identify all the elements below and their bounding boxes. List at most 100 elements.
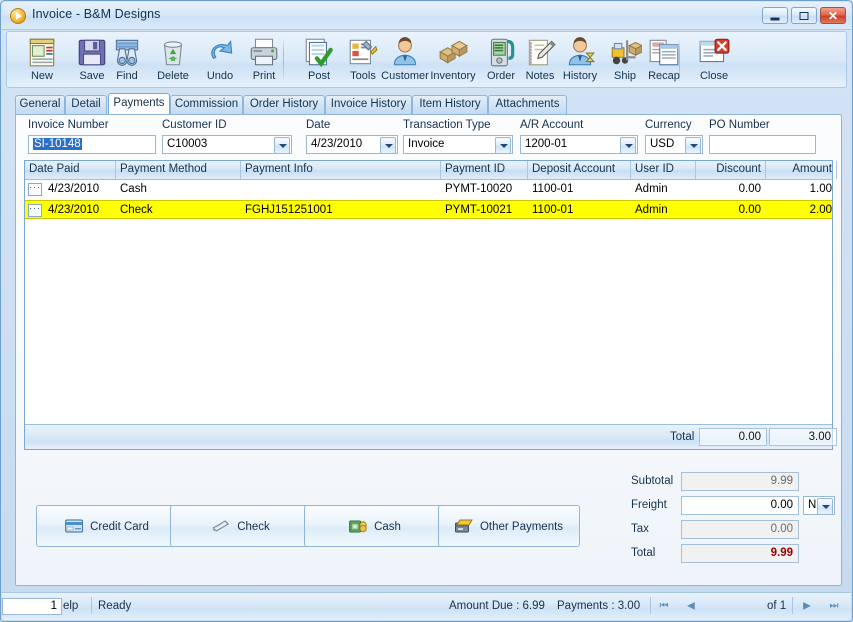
subtotal-value: 9.99 <box>681 472 799 491</box>
close-window-button[interactable]: ✕ <box>820 7 846 24</box>
freight-input[interactable]: 0.00 <box>681 496 799 515</box>
nav-last-button[interactable]: ⏭ <box>827 599 841 613</box>
table-cell[interactable]: Admin <box>631 180 696 199</box>
toolbar-button-new[interactable]: New <box>17 34 67 86</box>
nav-prev-button[interactable]: ◀ <box>684 599 698 613</box>
tab-general[interactable]: General <box>15 95 65 114</box>
toolbar-button-delete[interactable]: Delete <box>148 34 198 86</box>
table-row[interactable]: ··· 4/23/2010 Cash PYMT-10020 1100-01 Admin 0.… <box>25 180 832 199</box>
toolbar-button-print[interactable]: Print <box>239 34 289 86</box>
payment-button-credit-card[interactable]: Credit Card <box>36 505 178 547</box>
transaction-type-label: Transaction Type <box>403 119 491 131</box>
maximize-button[interactable] <box>791 7 817 24</box>
table-cell[interactable]: 0.00 <box>696 180 766 199</box>
chevron-down-icon[interactable] <box>685 137 701 153</box>
table-cell[interactable]: 2.00 <box>766 201 837 220</box>
toolbar-button-undo[interactable]: Undo <box>195 34 245 86</box>
tab-item-history[interactable]: Item History <box>412 95 488 114</box>
table-cell[interactable]: 0.00 <box>696 201 766 220</box>
toolbar-icon-wrap <box>302 35 336 69</box>
grid-column-header[interactable]: Deposit Account <box>528 161 631 179</box>
tab-detail[interactable]: Detail <box>65 95 107 114</box>
chevron-down-icon[interactable] <box>380 137 396 153</box>
tab-commission[interactable]: Commission <box>170 95 243 114</box>
transaction-type-combo[interactable]: Invoice <box>403 135 513 154</box>
customer-id-value: C10003 <box>167 138 208 150</box>
toolbar-icon-wrap <box>156 35 190 69</box>
customer-id-label: Customer ID <box>162 119 227 131</box>
table-cell[interactable]: Admin <box>631 201 696 220</box>
invoice-number-value: SI-10148 <box>33 138 82 150</box>
table-cell[interactable]: 4/23/2010 <box>44 201 116 220</box>
grid-column-header[interactable]: Payment ID <box>441 161 528 179</box>
table-cell[interactable]: 1100-01 <box>528 180 631 199</box>
total-label: Total <box>631 547 656 559</box>
minimize-icon <box>770 17 780 20</box>
ar-account-combo[interactable]: 1200-01 <box>520 135 638 154</box>
grid-column-header[interactable]: Amount <box>766 161 837 179</box>
payments-grid[interactable]: Date Paid Payment Method Payment Info Payme… <box>24 160 837 450</box>
tab-attachments[interactable]: Attachments <box>488 95 567 114</box>
table-row[interactable]: ··· 4/23/2010 Check FGHJ151251001 PYMT-10021… <box>25 200 832 219</box>
payment-button-check[interactable]: Check <box>170 505 312 547</box>
nav-first-button[interactable]: ⏮ <box>657 599 671 613</box>
printer-icon <box>247 35 281 69</box>
grid-column-header[interactable]: Payment Info <box>241 161 441 179</box>
customer-id-combo[interactable]: C10003 <box>162 135 292 154</box>
grid-column-header[interactable]: Payment Method <box>116 161 241 179</box>
chevron-down-icon[interactable] <box>817 498 833 514</box>
chevron-down-icon[interactable] <box>620 137 636 153</box>
grid-column-header[interactable]: Discount <box>696 161 766 179</box>
grid-total-discount: 0.00 <box>699 428 767 446</box>
tab-payments[interactable]: Payments <box>108 93 170 114</box>
page-number-input[interactable]: 1 <box>2 598 62 615</box>
toolbar-icon-wrap <box>697 35 731 69</box>
payment-button-other-payments[interactable]: Other Payments <box>438 505 580 547</box>
nav-next-button[interactable]: ▶ <box>800 599 814 613</box>
toolbar-button-label: Close <box>699 70 729 82</box>
toolbar-icon-wrap <box>388 35 422 69</box>
toolbar-button-find[interactable]: Find <box>102 34 152 86</box>
tab-order-history[interactable]: Order History <box>243 95 325 114</box>
toolbar-button-close[interactable]: Close <box>689 34 739 86</box>
grid-total-label: Total <box>670 431 695 443</box>
payment-button-content: Check <box>212 519 270 533</box>
row-detail-button[interactable]: ··· <box>28 204 42 217</box>
grid-column-header[interactable]: Date Paid <box>25 161 116 179</box>
tab-label: Order History <box>249 98 319 110</box>
table-cell[interactable]: 4/23/2010 <box>44 180 116 199</box>
toolbar-button-inventory[interactable]: Inventory <box>428 34 478 86</box>
currency-label: Currency <box>645 119 692 131</box>
grid-column-header[interactable]: User ID <box>631 161 696 179</box>
table-cell[interactable]: Check <box>116 201 241 220</box>
tax-label: Tax <box>631 523 649 535</box>
toolbar-button-recap[interactable]: Recap <box>639 34 689 86</box>
table-cell[interactable]: PYMT-10021 <box>441 201 528 220</box>
date-combo[interactable]: 4/23/2010 <box>306 135 398 154</box>
table-cell[interactable]: 1.00 <box>766 180 837 199</box>
status-bar: F1 - Help Ready Amount Due : 6.99 Paymen… <box>2 592 851 620</box>
tab-invoice-history[interactable]: Invoice History <box>325 95 412 114</box>
toolbar-button-label: Find <box>116 70 138 82</box>
table-cell[interactable]: Cash <box>116 180 241 199</box>
freight-type-combo[interactable]: N <box>803 496 835 515</box>
payment-button-cash[interactable]: Cash <box>304 505 446 547</box>
chevron-down-icon[interactable] <box>274 137 290 153</box>
toolbar-button-customer[interactable]: Customer <box>380 34 430 86</box>
toolbar-button-history[interactable]: History <box>555 34 605 86</box>
payments-total-label: Payments : 3.00 <box>557 600 641 612</box>
chevron-down-icon[interactable] <box>495 137 511 153</box>
table-cell[interactable] <box>241 180 441 199</box>
post-check-icon <box>302 35 336 69</box>
invoice-number-input[interactable]: SI-10148 <box>28 135 156 154</box>
table-cell[interactable]: 1100-01 <box>528 201 631 220</box>
minimize-button[interactable] <box>762 7 788 24</box>
toolbar-button-post[interactable]: Post <box>294 34 344 86</box>
po-number-input[interactable] <box>709 135 816 154</box>
row-detail-button[interactable]: ··· <box>28 183 42 196</box>
history-person-icon <box>563 35 597 69</box>
currency-combo[interactable]: USD <box>645 135 703 154</box>
table-cell[interactable]: FGHJ151251001 <box>241 201 441 220</box>
table-cell[interactable]: PYMT-10020 <box>441 180 528 199</box>
toolbar-button-label: History <box>562 70 598 82</box>
